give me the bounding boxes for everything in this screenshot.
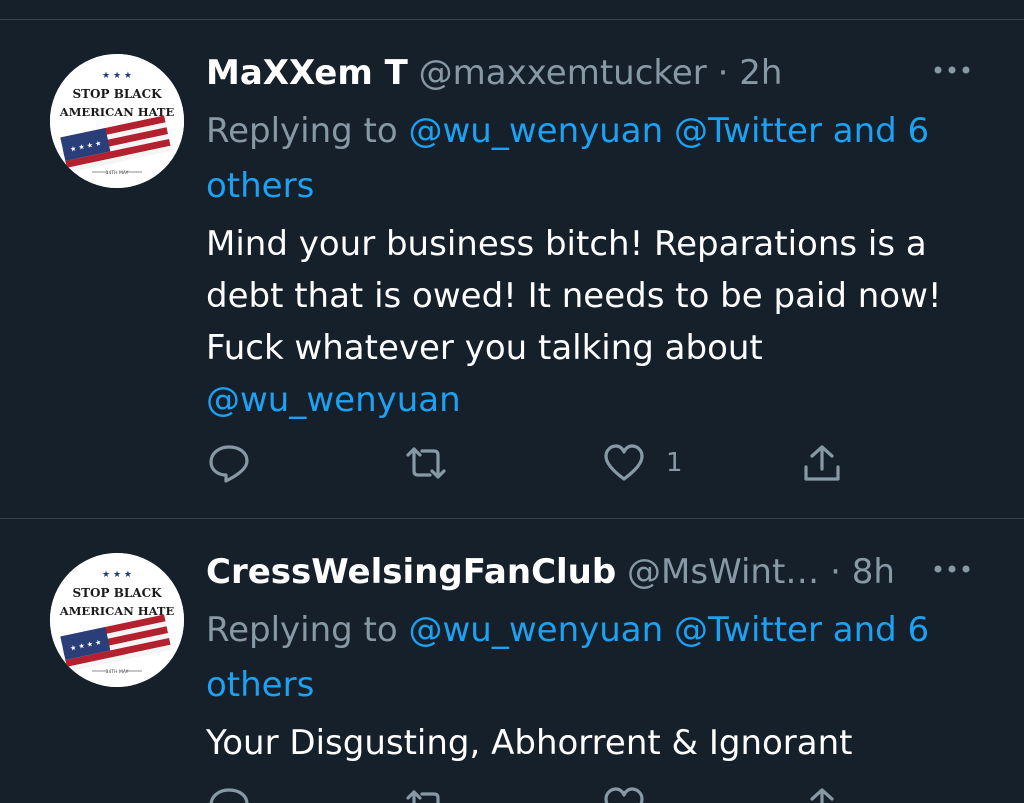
user-handle[interactable]: @maxxemtucker	[419, 53, 707, 93]
avatar[interactable]: ★ ★ ★ STOP BLACK AMERICAN HATE ★ ★ ★ ★ 1…	[50, 54, 184, 188]
tweet-header: MaXXem T @maxxemtucker · 2h	[206, 48, 782, 98]
share-icon	[804, 445, 840, 481]
svg-text:STOP BLACK: STOP BLACK	[72, 586, 162, 600]
reply-button[interactable]	[206, 781, 252, 803]
tweet[interactable]: ★ ★ ★ STOP BLACK AMERICAN HATE ★ ★ ★ ★ 1…	[0, 519, 1024, 803]
like-button[interactable]: 1	[602, 438, 683, 488]
separator: ·	[717, 53, 729, 93]
replying-prefix: Replying to	[206, 111, 398, 151]
tweet-actions	[206, 781, 856, 803]
like-button[interactable]	[602, 781, 666, 803]
svg-text:AMERICAN HATE: AMERICAN HATE	[59, 604, 175, 618]
user-handle[interactable]: @MsWint…	[627, 552, 819, 592]
replying-prefix: Replying to	[206, 610, 398, 650]
avatar[interactable]: ★ ★ ★ STOP BLACK AMERICAN HATE ★ ★ ★ ★ 1…	[50, 553, 184, 687]
share-button[interactable]	[800, 781, 844, 803]
more-options-button[interactable]	[932, 559, 972, 579]
retweet-button[interactable]	[400, 438, 452, 488]
svg-text:STOP BLACK: STOP BLACK	[72, 87, 162, 101]
tweet-actions: 1	[206, 438, 856, 488]
tweet-body-text: Mind your business bitch! Reparations is…	[206, 224, 942, 368]
reply-icon	[209, 788, 249, 803]
more-options-button[interactable]	[932, 60, 972, 80]
svg-text:★ ★ ★: ★ ★ ★	[102, 71, 132, 81]
separator: ·	[830, 552, 841, 592]
replying-to: Replying to @wu_wenyuan @Twitter and 6 o…	[206, 603, 966, 713]
retweet-icon	[406, 790, 440, 803]
reply-icon	[209, 445, 249, 483]
retweet-button[interactable]	[400, 781, 452, 803]
tweet-feed: ★ ★ ★ STOP BLACK AMERICAN HATE ★ ★ ★ ★ 1…	[0, 0, 1024, 803]
tweet-text: Your Disgusting, Abhorrent & Ignorant	[206, 717, 986, 769]
svg-text:14TH MAY: 14TH MAY	[106, 170, 129, 176]
svg-text:★ ★ ★: ★ ★ ★	[102, 570, 132, 580]
display-name[interactable]: CressWelsingFanClub	[206, 552, 616, 592]
retweet-icon	[406, 447, 446, 479]
replying-to: Replying to @wu_wenyuan @Twitter and 6 o…	[206, 104, 966, 214]
like-count: 1	[666, 448, 683, 478]
reply-button[interactable]	[206, 438, 252, 488]
svg-text:AMERICAN HATE: AMERICAN HATE	[59, 105, 175, 119]
avatar-logo: ★ ★ ★ STOP BLACK AMERICAN HATE ★ ★ ★ ★ 1…	[50, 553, 184, 687]
share-button[interactable]	[800, 438, 844, 488]
heart-icon	[604, 787, 644, 803]
timestamp[interactable]: 8h	[852, 552, 895, 592]
tweet[interactable]: ★ ★ ★ STOP BLACK AMERICAN HATE ★ ★ ★ ★ 1…	[0, 20, 1024, 518]
more-icon	[934, 565, 970, 573]
svg-text:14TH MAY: 14TH MAY	[106, 669, 129, 675]
share-icon	[810, 788, 834, 803]
heart-icon	[604, 444, 644, 481]
avatar-logo: ★ ★ ★ STOP BLACK AMERICAN HATE ★ ★ ★ ★ 1…	[50, 54, 184, 188]
display-name[interactable]: MaXXem T	[206, 53, 408, 93]
more-icon	[934, 66, 970, 74]
tweet-mention-link[interactable]: @wu_wenyuan	[206, 380, 461, 420]
timestamp[interactable]: 2h	[739, 53, 782, 93]
tweet-body-text: Your Disgusting, Abhorrent & Ignorant	[206, 723, 853, 763]
tweet-header: CressWelsingFanClub @MsWint… · 8h	[206, 547, 895, 597]
tweet-text: Mind your business bitch! Reparations is…	[206, 218, 986, 426]
